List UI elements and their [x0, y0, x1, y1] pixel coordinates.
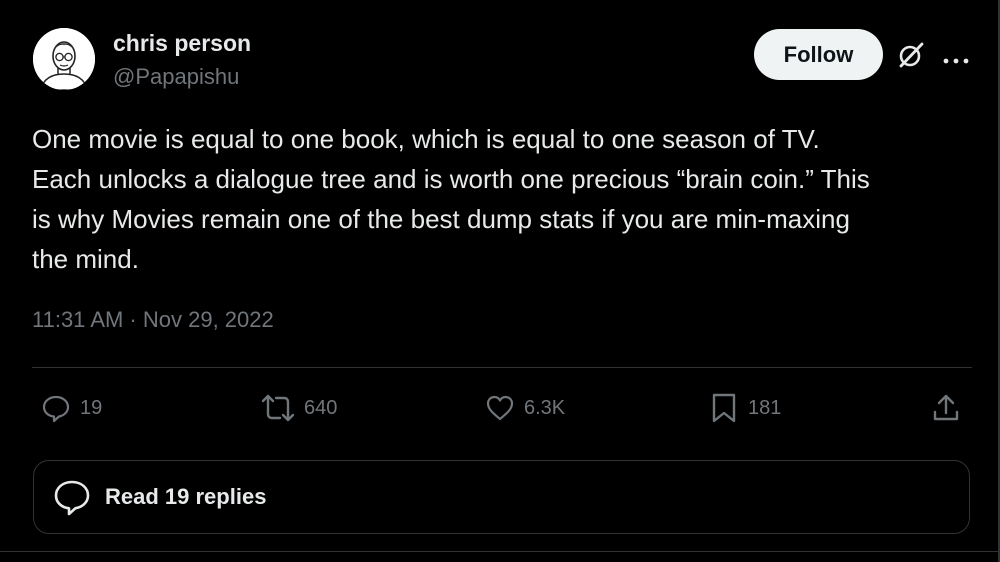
bookmark-button[interactable]: 181 — [708, 391, 781, 425]
read-replies-button[interactable]: Read 19 replies — [33, 460, 970, 534]
repost-count: 640 — [304, 396, 338, 419]
reply-icon — [42, 395, 70, 423]
repost-button[interactable]: 640 — [260, 391, 337, 425]
author-handle[interactable]: @Papapishu — [113, 64, 239, 90]
bookmark-count: 181 — [748, 396, 782, 419]
author-display-name[interactable]: chris person — [113, 30, 251, 57]
like-count: 6.3K — [524, 396, 566, 419]
reply-count: 19 — [80, 396, 103, 419]
reply-button[interactable]: 19 — [40, 391, 102, 425]
tweet-text-line: One movie is equal to one book, which is… — [32, 124, 820, 154]
share-button[interactable] — [930, 391, 962, 425]
grok-icon[interactable] — [896, 40, 926, 70]
tweet-text: One movie is equal to one book, which is… — [32, 119, 972, 279]
share-icon — [933, 394, 959, 421]
read-replies-icon — [54, 480, 90, 516]
avatar-illustration — [33, 28, 95, 90]
avatar[interactable] — [33, 28, 95, 90]
column-border-bottom — [0, 551, 1000, 552]
more-options-icon[interactable] — [942, 52, 970, 64]
tweet-text-line: is why Movies remain one of the best dum… — [32, 204, 850, 234]
follow-button[interactable]: Follow — [754, 29, 883, 80]
tweet-text-line: the mind. — [32, 244, 139, 274]
like-button[interactable]: 6.3K — [484, 391, 565, 425]
like-icon — [486, 395, 514, 421]
tweet-text-line: Each unlocks a dialogue tree and is wort… — [32, 164, 870, 194]
bookmark-icon — [712, 393, 736, 423]
tweet-timestamp[interactable]: 11:31 AM · Nov 29, 2022 — [32, 307, 274, 333]
repost-icon — [261, 394, 295, 422]
read-replies-label: Read 19 replies — [105, 484, 267, 509]
divider — [32, 367, 972, 368]
